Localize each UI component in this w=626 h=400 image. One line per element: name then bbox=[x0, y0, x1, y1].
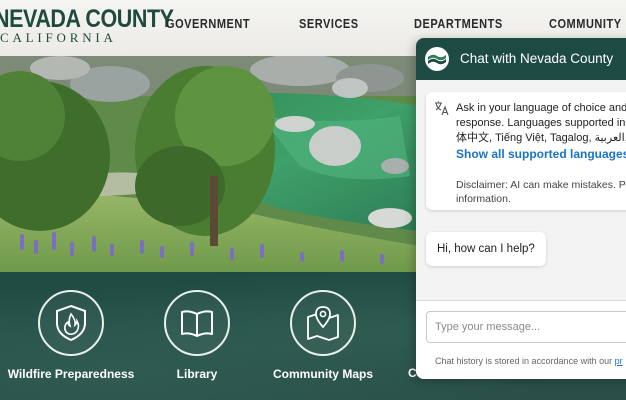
quick-link-wildfire-preparedness[interactable]: Wildfire Preparedness bbox=[1, 290, 141, 381]
nav-community[interactable]: COMMUNITY bbox=[549, 17, 622, 31]
open-book-icon bbox=[181, 310, 213, 337]
nav-departments[interactable]: DEPARTMENTS bbox=[414, 17, 503, 31]
language-info-text: Ask in your language of choice and w res… bbox=[456, 101, 626, 146]
chat-footer: Chat history is stored in accordance wit… bbox=[416, 300, 626, 379]
logo-subtitle: CALIFORNIA bbox=[0, 30, 117, 45]
shield-flame-icon bbox=[56, 304, 86, 342]
intro-line: response. Languages supported inclu bbox=[456, 117, 626, 129]
chat-header: Chat with Nevada County bbox=[416, 38, 626, 80]
disclaimer-line: Disclaimer: AI can make mistakes. Ple bbox=[456, 179, 626, 191]
chat-message-input[interactable] bbox=[426, 311, 626, 343]
show-languages-link[interactable]: Show all supported languages bbox=[456, 147, 626, 161]
bot-greeting-bubble: Hi, how can I help? bbox=[426, 232, 546, 266]
chat-panel: Chat with Nevada County Ask in your lang… bbox=[416, 38, 626, 379]
chat-title: Chat with Nevada County bbox=[460, 51, 614, 66]
chat-history-note: Chat history is stored in accordance wit… bbox=[435, 356, 623, 366]
quick-link-label: Wildfire Preparedness bbox=[7, 367, 135, 381]
quick-link-label: Community Maps bbox=[272, 367, 373, 381]
quick-link-circle bbox=[290, 290, 356, 356]
quick-link-circle bbox=[164, 290, 230, 356]
translate-icon bbox=[435, 101, 449, 116]
privacy-policy-link[interactable]: pr bbox=[615, 356, 623, 366]
quick-link-label: Library bbox=[176, 367, 218, 381]
disclaimer-line: information. bbox=[456, 193, 511, 205]
county-logo-icon bbox=[425, 47, 449, 71]
nav-government[interactable]: GOVERNMENT bbox=[166, 17, 250, 31]
nav-services[interactable]: SERVICES bbox=[299, 17, 359, 31]
intro-line: Ask in your language of choice and w bbox=[456, 102, 626, 114]
quick-link-circle bbox=[38, 290, 104, 356]
quick-link-library[interactable]: Library bbox=[127, 290, 267, 381]
history-note-text: Chat history is stored in accordance wit… bbox=[435, 356, 615, 366]
language-info-card: Ask in your language of choice and w res… bbox=[426, 92, 626, 210]
disclaimer-text: Disclaimer: AI can make mistakes. Ple in… bbox=[456, 178, 626, 206]
intro-line: 体中文, Tiếng Việt, Tagalog, العربية, bbox=[456, 132, 626, 144]
quick-link-community-maps[interactable]: Community Maps bbox=[253, 290, 393, 381]
map-pin-icon bbox=[307, 306, 339, 341]
